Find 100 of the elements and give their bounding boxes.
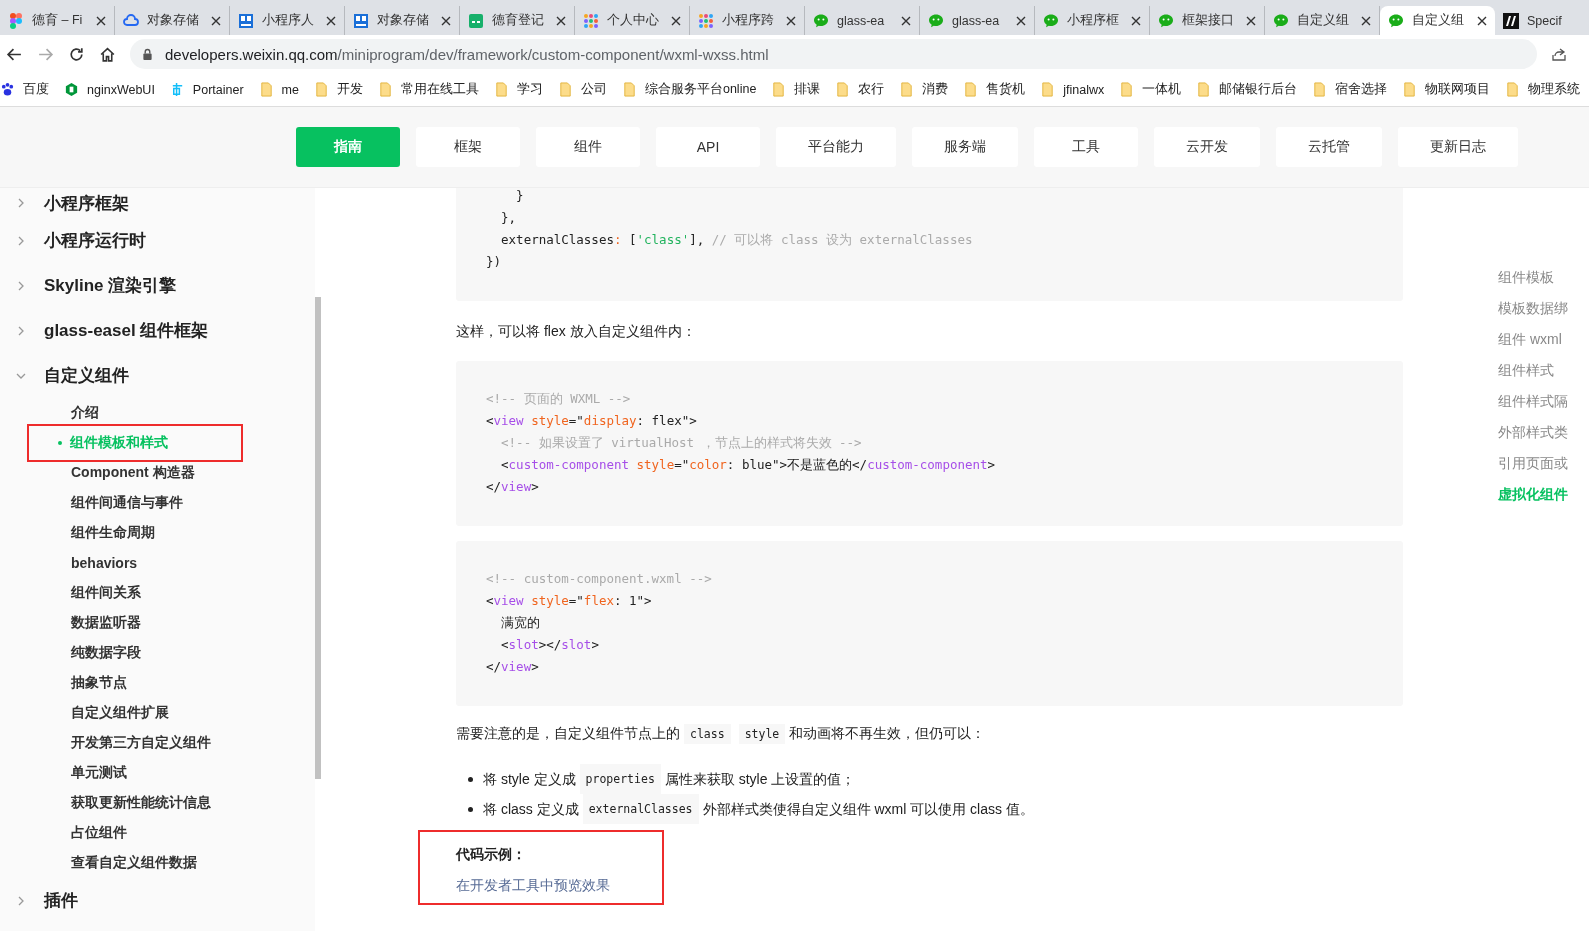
sidebar-item[interactable]: 开发第三方自定义组件	[29, 728, 241, 758]
bookmark[interactable]: 排课	[771, 81, 830, 98]
bookmark[interactable]: 农行	[835, 81, 894, 98]
bookmark[interactable]: 一体机	[1119, 81, 1191, 98]
bookmark[interactable]: 物理系统	[1505, 81, 1589, 98]
nav-tab[interactable]: 组件	[536, 127, 640, 167]
cloud-icon	[123, 12, 139, 29]
sidebar-item[interactable]: 自定义组件扩展	[29, 698, 241, 728]
bookmark[interactable]: 开发	[313, 81, 372, 98]
toc-link[interactable]: 组件 wxml	[1498, 331, 1584, 362]
chat-bubble-icon	[1388, 12, 1404, 29]
folder-icon	[377, 82, 393, 97]
close-icon[interactable]	[1361, 15, 1371, 26]
paragraph: 这样，可以将 flex 放入自定义组件内：	[456, 322, 697, 341]
bookmark[interactable]: 常用在线工具	[377, 81, 488, 98]
hexagon-icon	[64, 82, 79, 97]
preview-link[interactable]: 在开发者工具中预览效果	[456, 877, 610, 893]
address-field[interactable]: developers.weixin.qq.com/miniprogram/dev/framework/custom-component/wxml-wxss.html	[130, 39, 1537, 69]
bookmark[interactable]: 公司	[557, 81, 616, 98]
sidebar-item[interactable]: 组件生命周期	[29, 518, 241, 548]
browser-tab[interactable]: Specif	[1495, 6, 1584, 35]
bookmark[interactable]: jfinalwx	[1040, 82, 1114, 97]
close-icon[interactable]	[901, 15, 911, 26]
chat-bubble-icon	[1158, 12, 1174, 29]
close-icon[interactable]	[786, 15, 796, 26]
folder-icon	[1119, 82, 1135, 97]
nav-tab[interactable]: 服务端	[912, 127, 1018, 167]
tab-title: glass-ea	[837, 13, 886, 28]
tab-title: 自定义组	[1297, 12, 1350, 29]
browser-tab[interactable]: 自定义组	[1380, 6, 1495, 35]
bookmark[interactable]: nginxWebUI	[64, 82, 164, 97]
sidebar-item[interactable]: 单元测试	[29, 758, 241, 788]
nav-tab[interactable]: 更新日志	[1398, 127, 1518, 167]
code-block: <!-- custom-component.wxml --> <view style="flex: 1"> 满宽的 <slot></slot> </view>	[456, 541, 1403, 706]
toc-link[interactable]: 组件样式隔	[1498, 393, 1584, 424]
close-icon[interactable]	[1131, 15, 1141, 26]
home-icon[interactable]	[99, 45, 116, 63]
nav-tab[interactable]: 平台能力	[776, 127, 896, 167]
chat-bubble-icon	[813, 12, 829, 29]
sidebar-section[interactable]: 小程序运行时	[16, 218, 315, 263]
tab-title: 个人中心	[607, 12, 660, 29]
tab-title: 德育登记	[492, 12, 545, 29]
folder-icon	[258, 82, 274, 97]
close-icon[interactable]	[556, 15, 566, 26]
sidebar-item[interactable]: 数据监听器	[29, 608, 241, 638]
nav-tab[interactable]: API	[656, 127, 760, 167]
sidebar-item[interactable]: 介绍	[29, 398, 241, 428]
close-icon[interactable]	[1016, 15, 1026, 26]
close-icon[interactable]	[1477, 15, 1487, 26]
bookmark[interactable]: 百度	[0, 81, 58, 98]
bookmark[interactable]: 宿舍选择	[1312, 81, 1397, 98]
bookmark[interactable]: 物联网项目	[1402, 81, 1500, 98]
toc-link[interactable]: 模板数据绑	[1498, 300, 1584, 331]
bookmark[interactable]: Portainer	[169, 82, 253, 97]
toc-link[interactable]: 引用页面或	[1498, 455, 1584, 486]
folder-icon	[1402, 82, 1418, 97]
tab-title: 自定义组	[1412, 12, 1465, 29]
sidebar-item[interactable]: 获取更新性能统计信息	[29, 788, 241, 818]
folder-icon	[621, 82, 637, 97]
bookmark[interactable]: 邮储银行后台	[1196, 81, 1307, 98]
paw-icon	[0, 82, 15, 97]
sidebar-item[interactable]: 纯数据字段	[29, 638, 241, 668]
sidebar-item[interactable]: 组件间通信与事件	[29, 488, 241, 518]
url-text: developers.weixin.qq.com/miniprogram/dev/framework/custom-component/wxml-wxss.html	[165, 45, 769, 63]
sidebar-section[interactable]: Skyline 渲染引擎	[16, 263, 315, 308]
sidebar-item[interactable]: behaviors	[29, 548, 241, 578]
toc-link[interactable]: 组件模板	[1498, 269, 1584, 300]
close-icon[interactable]	[211, 15, 221, 26]
sidebar-section[interactable]: glass-easel 组件框架	[16, 308, 315, 353]
bookmark[interactable]: 售货机	[963, 81, 1035, 98]
close-icon[interactable]	[96, 15, 106, 26]
sidebar-item[interactable]: 抽象节点	[29, 668, 241, 698]
tab-title: 对象存储	[147, 12, 200, 29]
reload-icon[interactable]	[68, 45, 85, 63]
close-icon[interactable]	[1246, 15, 1256, 26]
bookmark[interactable]: me	[258, 82, 308, 97]
tab-title: 对象存储	[377, 12, 430, 29]
tab-title: Specif	[1527, 13, 1563, 28]
sidebar-section[interactable]: 自定义组件	[16, 353, 315, 398]
bookmark[interactable]: 学习	[493, 81, 552, 98]
toc-link[interactable]: 组件样式	[1498, 362, 1584, 393]
sidebar-section[interactable]: 小程序框架	[16, 190, 315, 216]
sidebar-item[interactable]: 查看自定义组件数据	[29, 848, 241, 878]
sidebar-item[interactable]: 占位组件	[29, 818, 241, 848]
bookmark[interactable]: 综合服务平台online	[621, 81, 766, 98]
nav-tab[interactable]: 云托管	[1276, 127, 1382, 167]
nav-tab[interactable]: 框架	[416, 127, 520, 167]
sidebar-section[interactable]: 插件	[16, 878, 315, 923]
close-icon[interactable]	[441, 15, 451, 26]
sidebar-item[interactable]: 组件间关系	[29, 578, 241, 608]
toc-link[interactable]: 外部样式类	[1498, 424, 1584, 455]
nav-tab[interactable]: 云开发	[1154, 127, 1260, 167]
paragraph: 需要注意的是，自定义组件节点上的 class style 和动画将不再生效，但仍可以：	[456, 721, 1403, 746]
list-item: 将 class 定义成 externalClasses 外部样式类使得自定义组件 wxml 可以使用 class 值。	[456, 794, 1403, 824]
bookmark[interactable]: 消费	[899, 81, 958, 98]
close-icon[interactable]	[671, 15, 681, 26]
nav-tab[interactable]: 工具	[1034, 127, 1138, 167]
share-icon[interactable]	[1551, 46, 1567, 62]
close-icon[interactable]	[326, 15, 336, 26]
sidebar-item[interactable]: Component 构造器	[29, 458, 241, 488]
